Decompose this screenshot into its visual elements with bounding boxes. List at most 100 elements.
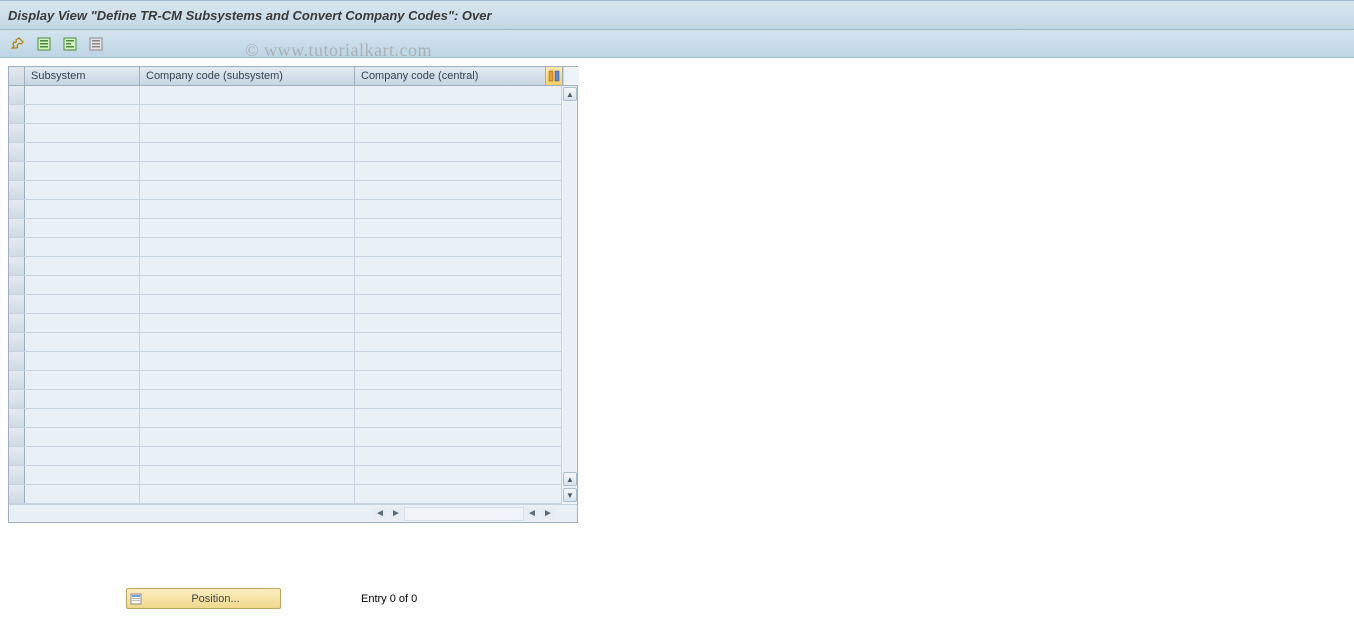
doc3-icon[interactable]: [86, 34, 106, 54]
row-selector[interactable]: [9, 409, 25, 427]
table-row[interactable]: [9, 409, 561, 428]
row-selector[interactable]: [9, 314, 25, 332]
vertical-scrollbar[interactable]: ▲ ▲ ▼: [561, 86, 577, 504]
table-row[interactable]: [9, 200, 561, 219]
cell-subsystem[interactable]: [25, 428, 140, 446]
cell-subsystem[interactable]: [25, 124, 140, 142]
cell-subsystem[interactable]: [25, 86, 140, 104]
cell-subsystem[interactable]: [25, 390, 140, 408]
cell-company-sub[interactable]: [140, 86, 355, 104]
row-selector[interactable]: [9, 485, 25, 503]
row-selector[interactable]: [9, 295, 25, 313]
cell-company-sub[interactable]: [140, 333, 355, 351]
cell-company-sub[interactable]: [140, 447, 355, 465]
row-selector[interactable]: [9, 200, 25, 218]
table-row[interactable]: [9, 447, 561, 466]
cell-company-cen[interactable]: [355, 181, 545, 199]
row-selector[interactable]: [9, 257, 25, 275]
row-selector[interactable]: [9, 276, 25, 294]
cell-company-sub[interactable]: [140, 124, 355, 142]
cell-company-sub[interactable]: [140, 485, 355, 503]
table-row[interactable]: [9, 219, 561, 238]
cell-company-cen[interactable]: [355, 428, 545, 446]
table-row[interactable]: [9, 257, 561, 276]
table-row[interactable]: [9, 295, 561, 314]
cell-company-cen[interactable]: [355, 105, 545, 123]
row-selector[interactable]: [9, 143, 25, 161]
row-selector[interactable]: [9, 181, 25, 199]
cell-company-sub[interactable]: [140, 181, 355, 199]
cell-subsystem[interactable]: [25, 314, 140, 332]
cell-company-cen[interactable]: [355, 124, 545, 142]
row-selector[interactable]: [9, 105, 25, 123]
column-header-company-cen[interactable]: Company code (central): [355, 67, 545, 85]
row-selector[interactable]: [9, 371, 25, 389]
cell-subsystem[interactable]: [25, 333, 140, 351]
column-header-subsystem[interactable]: Subsystem: [25, 67, 140, 85]
cell-company-sub[interactable]: [140, 105, 355, 123]
cell-company-cen[interactable]: [355, 86, 545, 104]
scroll-left-step2-icon[interactable]: ◄: [525, 507, 539, 521]
row-selector[interactable]: [9, 447, 25, 465]
cell-subsystem[interactable]: [25, 238, 140, 256]
row-selector[interactable]: [9, 86, 25, 104]
column-header-company-sub[interactable]: Company code (subsystem): [140, 67, 355, 85]
cell-company-sub[interactable]: [140, 314, 355, 332]
cell-subsystem[interactable]: [25, 200, 140, 218]
cell-company-sub[interactable]: [140, 390, 355, 408]
cell-subsystem[interactable]: [25, 181, 140, 199]
position-button[interactable]: Position...: [126, 588, 281, 609]
doc-icon[interactable]: [34, 34, 54, 54]
cell-subsystem[interactable]: [25, 447, 140, 465]
table-row[interactable]: [9, 105, 561, 124]
cell-company-cen[interactable]: [355, 200, 545, 218]
cell-subsystem[interactable]: [25, 466, 140, 484]
cell-company-sub[interactable]: [140, 257, 355, 275]
table-row[interactable]: [9, 428, 561, 447]
scroll-down-icon[interactable]: ▼: [563, 488, 577, 502]
cell-subsystem[interactable]: [25, 257, 140, 275]
cell-company-cen[interactable]: [355, 143, 545, 161]
cell-company-sub[interactable]: [140, 428, 355, 446]
cell-company-cen[interactable]: [355, 276, 545, 294]
cell-subsystem[interactable]: [25, 295, 140, 313]
table-row[interactable]: [9, 352, 561, 371]
cell-company-cen[interactable]: [355, 390, 545, 408]
row-selector[interactable]: [9, 238, 25, 256]
cell-company-sub[interactable]: [140, 409, 355, 427]
table-row[interactable]: [9, 181, 561, 200]
cell-subsystem[interactable]: [25, 371, 140, 389]
scroll-left-icon[interactable]: ◄: [373, 507, 387, 521]
select-all-header[interactable]: [9, 67, 25, 85]
cell-subsystem[interactable]: [25, 143, 140, 161]
cell-subsystem[interactable]: [25, 485, 140, 503]
cell-company-cen[interactable]: [355, 409, 545, 427]
table-row[interactable]: [9, 371, 561, 390]
table-row[interactable]: [9, 238, 561, 257]
cell-company-cen[interactable]: [355, 485, 545, 503]
cell-company-sub[interactable]: [140, 200, 355, 218]
table-row[interactable]: [9, 390, 561, 409]
table-row[interactable]: [9, 162, 561, 181]
cell-company-cen[interactable]: [355, 371, 545, 389]
cell-subsystem[interactable]: [25, 105, 140, 123]
row-selector[interactable]: [9, 352, 25, 370]
scroll-down-step-icon[interactable]: ▲: [563, 472, 577, 486]
cell-subsystem[interactable]: [25, 409, 140, 427]
table-row[interactable]: [9, 485, 561, 504]
scroll-right-step-icon[interactable]: ►: [389, 507, 403, 521]
cell-company-sub[interactable]: [140, 352, 355, 370]
row-selector[interactable]: [9, 219, 25, 237]
cell-company-cen[interactable]: [355, 162, 545, 180]
cell-company-sub[interactable]: [140, 162, 355, 180]
cell-subsystem[interactable]: [25, 219, 140, 237]
scroll-right-icon[interactable]: ►: [541, 507, 555, 521]
cell-company-sub[interactable]: [140, 371, 355, 389]
cell-company-sub[interactable]: [140, 295, 355, 313]
row-selector[interactable]: [9, 466, 25, 484]
cell-company-sub[interactable]: [140, 466, 355, 484]
table-row[interactable]: [9, 333, 561, 352]
cell-company-sub[interactable]: [140, 219, 355, 237]
scroll-up-icon[interactable]: ▲: [563, 87, 577, 101]
row-selector[interactable]: [9, 124, 25, 142]
